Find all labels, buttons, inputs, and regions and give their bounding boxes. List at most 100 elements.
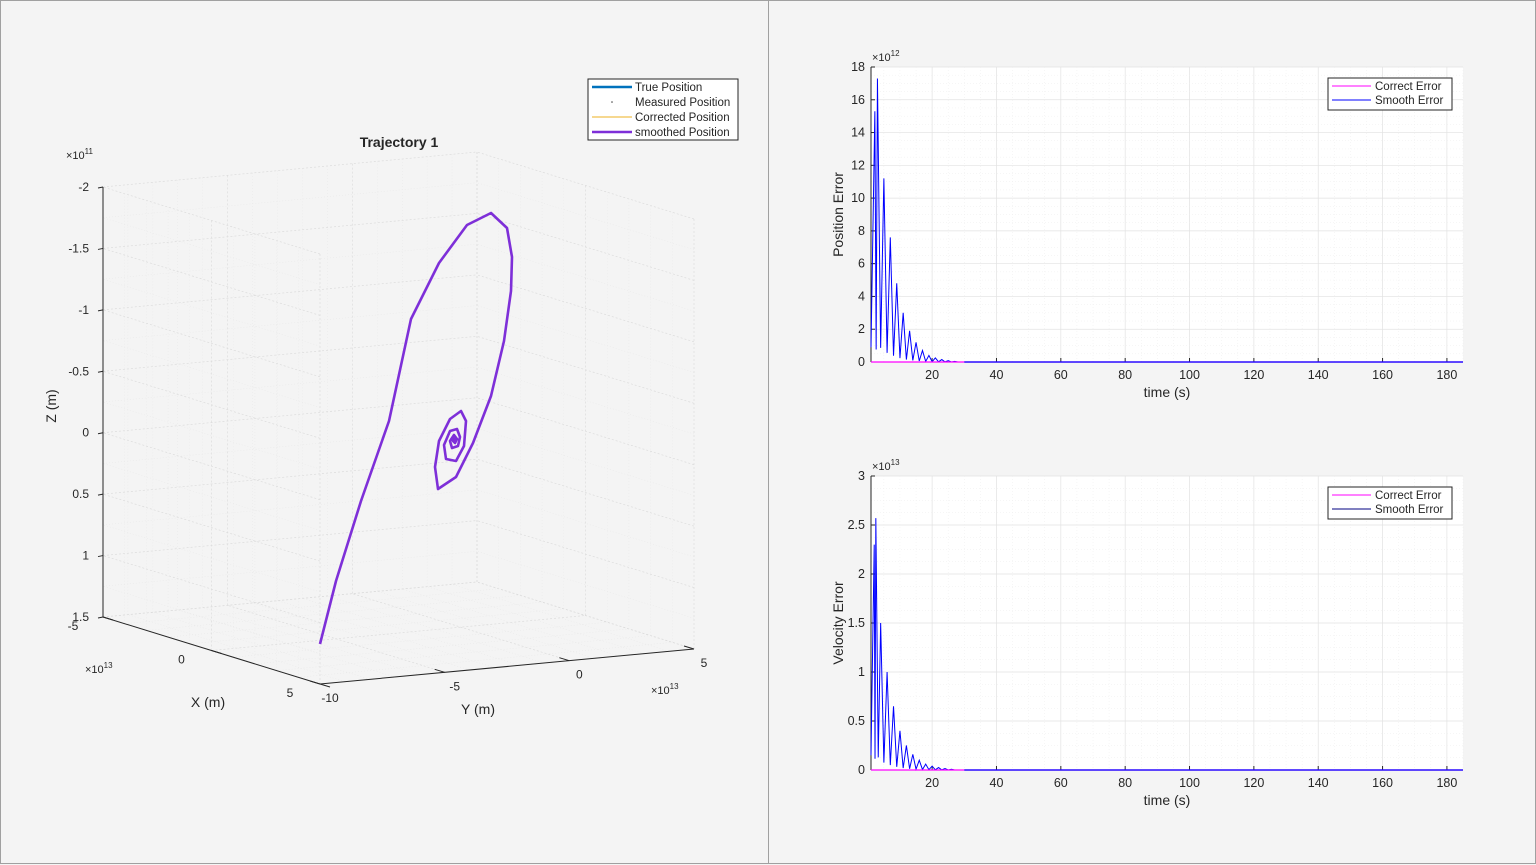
error-panel: 20 40 60 80 100 120 140 160 180 0 2 4 6 8 10 12 14 16 18 ×1… [768, 0, 1536, 864]
grid-line [177, 609, 395, 678]
legend-entry: Measured Position [635, 97, 730, 109]
error-charts[interactable]: 20 40 60 80 100 120 140 160 180024681012141618×1… [769, 1, 1536, 865]
z-tick [97, 186, 104, 189]
grid-line [298, 642, 673, 678]
y-tick-label: 1.5 [848, 616, 865, 630]
grid-line [102, 305, 478, 341]
y-tick-label: 1 [858, 665, 865, 679]
y-axis-label: Y (m) [461, 701, 495, 717]
y-tick-label: 4 [858, 289, 865, 303]
grid-line [102, 213, 478, 249]
grid-line [252, 602, 470, 671]
x-tick-label: 100 [1179, 368, 1200, 382]
z-tick [97, 247, 104, 250]
legend-entry: smoothed Position [635, 127, 730, 139]
x-tick-label: 40 [990, 368, 1004, 382]
grid-line [168, 601, 543, 638]
grid-line [476, 458, 695, 527]
y-tick-label: 16 [851, 93, 865, 107]
grid-lines [102, 151, 695, 685]
x-tick [319, 683, 331, 688]
grid-line [102, 335, 478, 372]
y-tick [434, 668, 445, 673]
y-tick [559, 657, 570, 662]
y-tick-label: 0 [858, 763, 865, 777]
x-tick [102, 616, 114, 621]
grid-line [352, 593, 570, 662]
x-tick-label: 60 [1054, 776, 1068, 790]
grid-line [102, 401, 321, 470]
grid-line [102, 428, 478, 464]
grid-minor-lines [102, 154, 695, 682]
y-tick-label: 14 [851, 126, 865, 140]
y-tick-label: 18 [851, 60, 865, 74]
legend-entry: Smooth Error [1375, 95, 1444, 107]
x-tick-label: 20 [925, 368, 939, 382]
grid-line [476, 366, 695, 435]
z-tick [97, 432, 104, 435]
smoothed-position-line [318, 211, 514, 645]
y-tick-label: -10 [321, 691, 339, 705]
x-axis-label: time (s) [1144, 792, 1191, 808]
x-tick-label: 180 [1436, 368, 1457, 382]
y-axis-line [319, 648, 695, 685]
y-tick-label: 2 [858, 322, 865, 336]
legend-entry: Corrected Position [635, 112, 730, 124]
z-tick-label: 0.5 [72, 487, 89, 501]
grid-line [277, 600, 495, 668]
grid-line [102, 520, 478, 556]
y-tick-label: 0 [858, 355, 865, 369]
x-tick-label: 120 [1243, 368, 1264, 382]
z-tick-label: -1 [78, 303, 89, 317]
chart-title: Trajectory 1 [360, 134, 439, 150]
z-exponent-label: ×1011 [66, 147, 94, 162]
grid-line [102, 581, 478, 618]
y-tick-label: 2.5 [848, 518, 865, 532]
grid-line [102, 493, 321, 562]
grid-line [233, 621, 608, 658]
grid-line [377, 591, 595, 659]
grid-line [102, 309, 321, 378]
velocity-error-axes: 20 40 60 80 100 120 140 160 180 0 0.5 1 1.5 2 2.5 3 ×101… [830, 458, 1464, 808]
x-tick-label: 80 [1118, 368, 1132, 382]
z-tick-label: 0 [82, 426, 89, 440]
x-tick-label: 140 [1308, 368, 1329, 382]
z-axis-label: Z (m) [43, 389, 59, 422]
grid-line [211, 615, 586, 651]
grid-line [152, 612, 370, 680]
legend-entry: Smooth Error [1375, 504, 1444, 516]
x-axis-label: time (s) [1144, 384, 1191, 400]
legend-entry: Correct Error [1375, 490, 1442, 502]
y-exponent-label: ×1013 [872, 458, 900, 473]
y-tick-label: 2 [858, 567, 865, 581]
trajectory-panel: -2 -1.5 -1 -0.5 0 0.5 1 1.5 -5 0 5 -10 -5 0 5 ×1011 ×101… [0, 0, 769, 864]
x-tick-label: 160 [1372, 776, 1393, 790]
legend: Correct Error Smooth Error [1327, 77, 1453, 111]
x-tick-label: 5 [287, 686, 294, 700]
y-tick-label: 8 [858, 224, 865, 238]
y-exponent-label: ×1013 [651, 682, 679, 697]
grid-line [102, 366, 478, 403]
trajectory-3d-chart[interactable]: -2-1.5-1-0.500.511.5-505 -10-505×1011×101… [1, 1, 770, 865]
grid-line [102, 397, 478, 434]
grid-line [146, 595, 521, 631]
grid-line [102, 551, 478, 587]
y-tick-label: 5 [701, 656, 708, 670]
grid-line [476, 551, 695, 619]
z-tick-label: -2 [78, 180, 89, 194]
x-tick-label: 60 [1054, 368, 1068, 382]
x-axis-label: X (m) [191, 694, 225, 710]
y-tick-label: 6 [858, 257, 865, 271]
grid-line [102, 489, 478, 526]
x-tick-label: 40 [990, 776, 1004, 790]
y-tick-label: 12 [851, 158, 865, 172]
grid-line [102, 151, 478, 188]
legend-entry: True Position [635, 82, 702, 94]
grid-line [102, 274, 478, 311]
z-tick-label: -0.5 [68, 364, 89, 378]
y-tick [683, 645, 695, 650]
grid-line [254, 628, 629, 665]
legend-entry: Correct Error [1375, 81, 1442, 93]
y-axis-label: Velocity Error [830, 581, 846, 665]
grid-line [451, 584, 670, 652]
